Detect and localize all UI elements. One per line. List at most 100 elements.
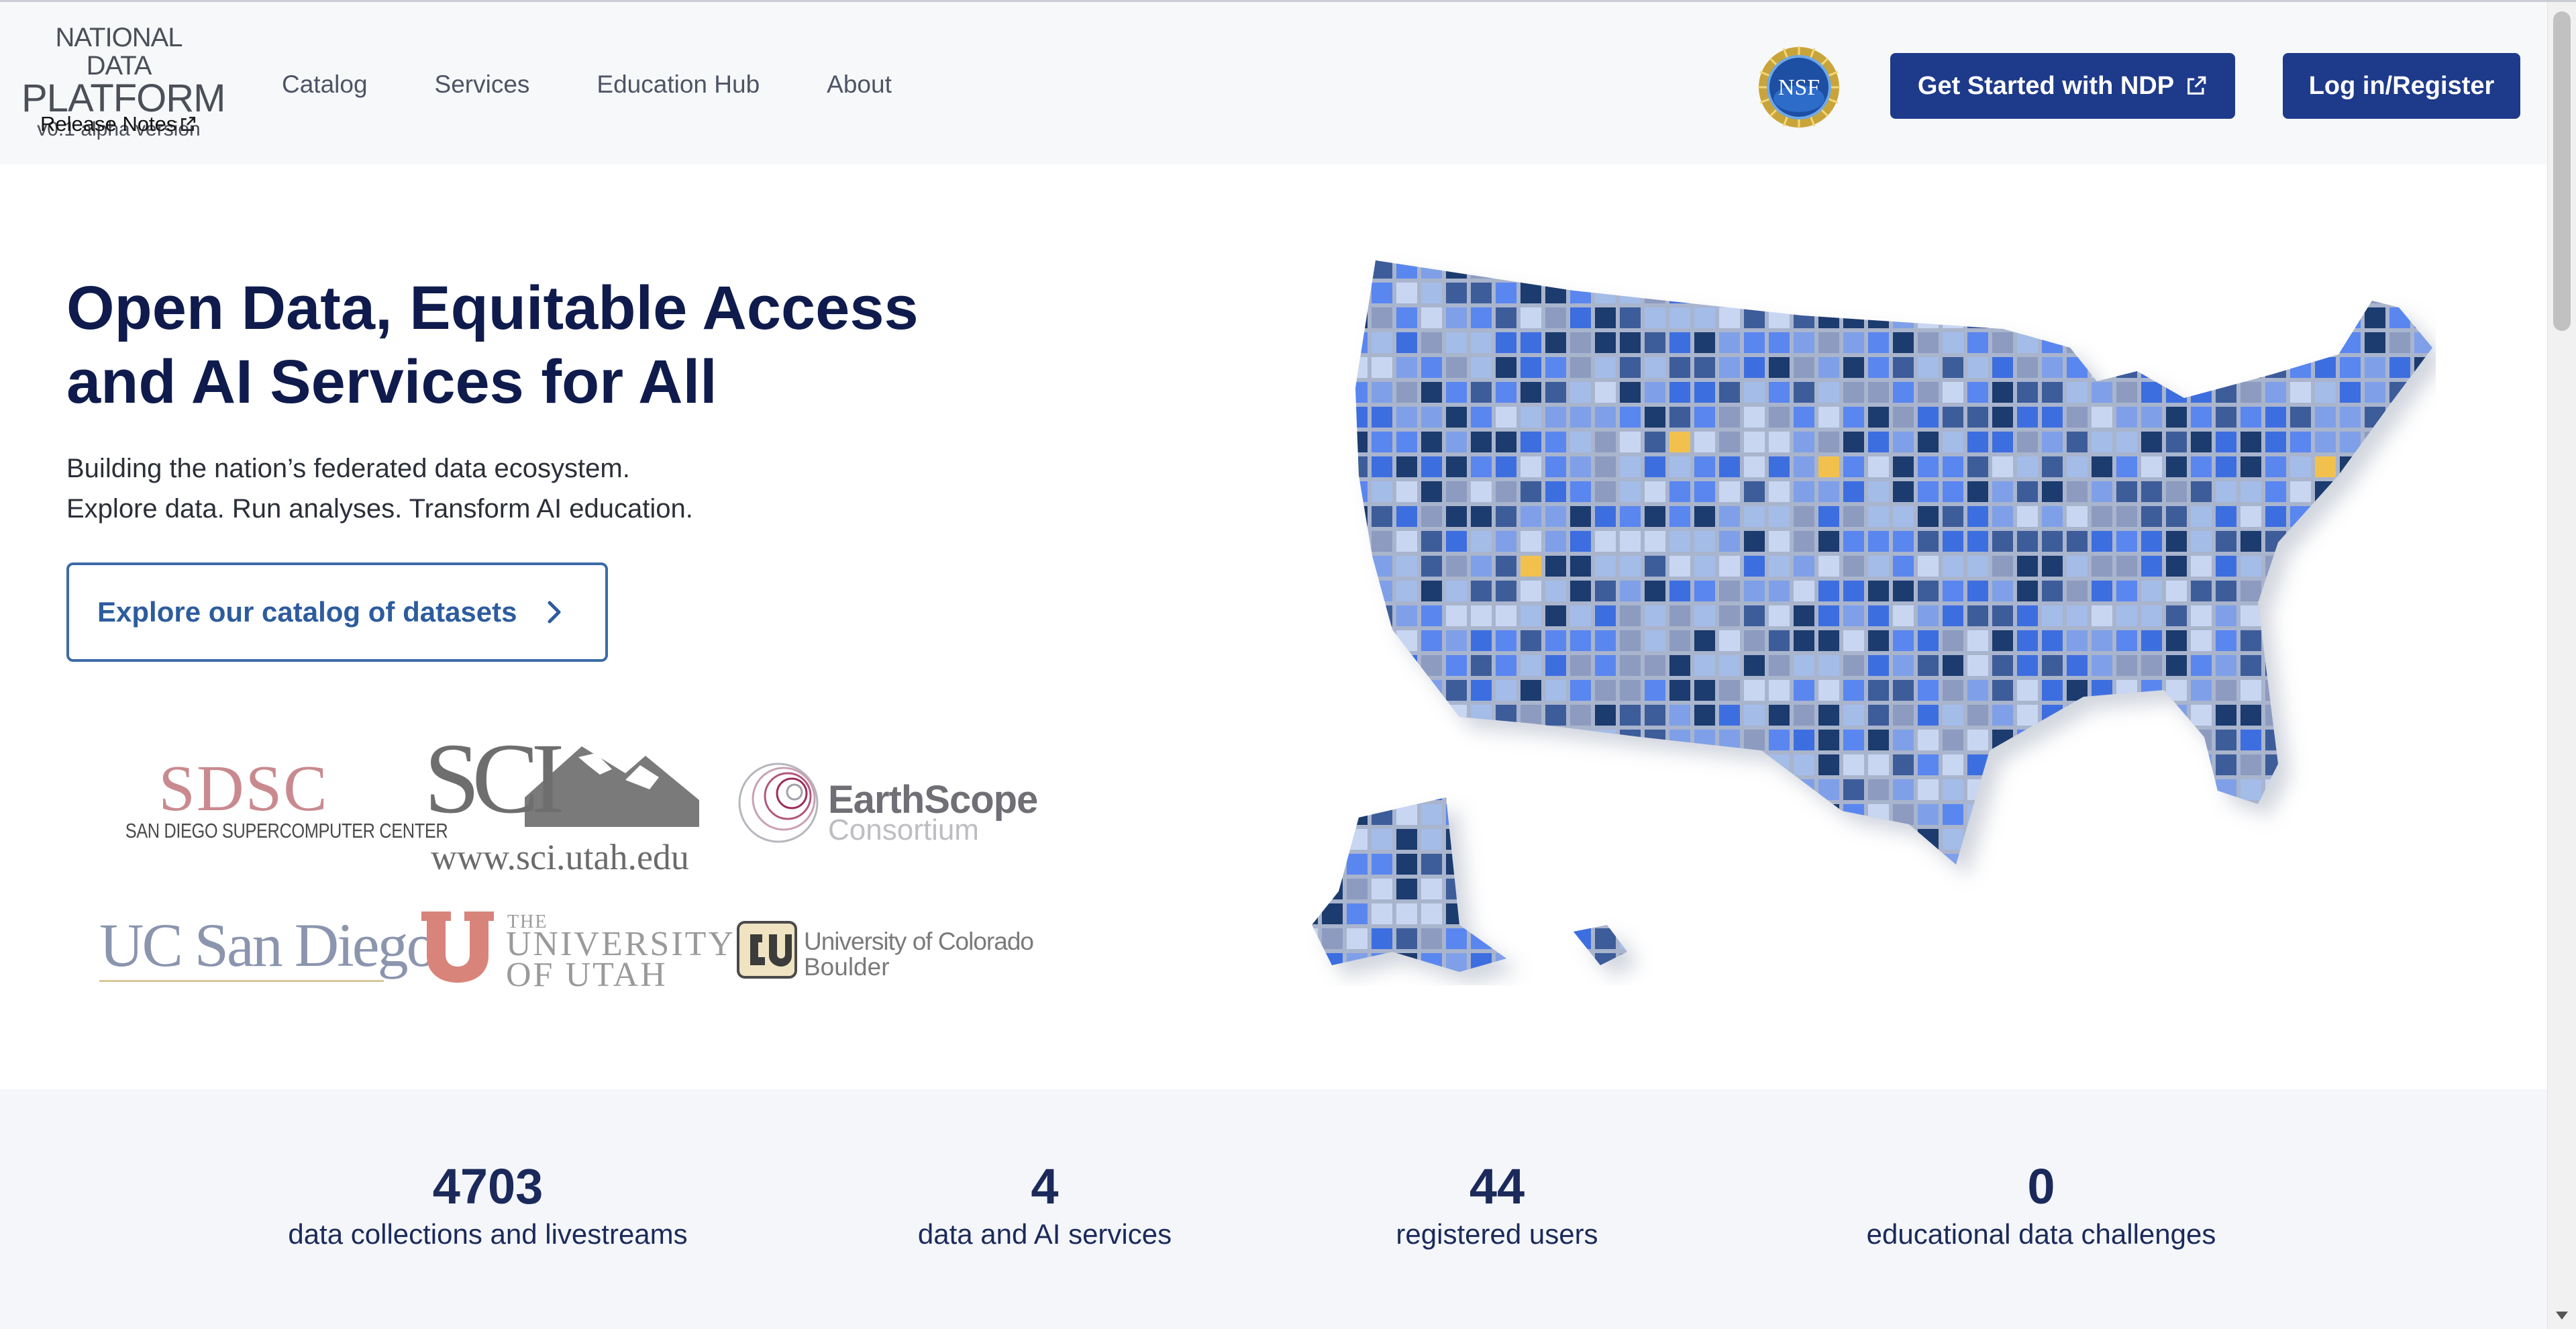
map-cell [1893,581,1914,601]
explore-catalog-button[interactable]: Explore our catalog of datasets [66,562,608,662]
map-cell [1744,630,1765,651]
map-cell [1818,332,1839,353]
map-cell [1719,357,1740,378]
map-cell [1769,655,1790,676]
map-cell [1312,879,1318,899]
map-cell [1843,605,1864,626]
explore-catalog-label: Explore our catalog of datasets [97,596,517,628]
map-cell [1694,432,1715,452]
map-cell [1918,953,1939,972]
chevron-right-icon [548,601,560,624]
map-cell [2290,307,2311,328]
map-cell [1992,854,2013,875]
map-cell [1496,953,1516,972]
map-cell [1645,382,1665,403]
map-cell [2017,382,2038,403]
nsf-seal-icon[interactable]: NSF [1757,45,1841,130]
map-cell [1918,705,1939,726]
map-cell [1744,506,1765,527]
map-cell [2414,531,2432,552]
map-cell [1669,978,1690,985]
nav-services[interactable]: Services [435,69,530,100]
nav-about[interactable]: About [827,69,892,100]
get-started-button[interactable]: Get Started with NDP [1890,53,2235,119]
hero-subtitle: Building the nation’s federated data eco… [66,448,693,529]
map-cell [1372,556,1392,577]
map-cell [1620,332,1641,353]
map-cell [1893,779,1914,800]
map-cell [1570,730,1591,750]
map-cell [1312,903,1318,924]
map-cell [2240,357,2261,378]
map-cell [1347,953,1368,972]
map-cell [1967,953,1988,972]
map-cell [1396,357,1417,378]
map-cell [1669,382,1690,403]
map-cell [2191,978,2212,985]
map-cell [1694,382,1715,403]
map-cell [1570,481,1591,502]
map-cell [1372,953,1392,972]
map-cell [1312,953,1318,972]
map-cell [1372,283,1392,303]
map-cell [2116,581,2137,601]
map-cell [1372,705,1392,726]
map-cell [1769,382,1790,403]
map-cell [1992,754,2013,775]
nav-education-hub[interactable]: Education Hub [597,69,760,100]
map-cell [2389,481,2410,502]
map-cell [1868,432,1889,452]
map-cell [1794,506,1814,527]
map-cell [1620,605,1641,626]
map-cell [1669,332,1690,353]
map-cell [1918,357,1939,378]
map-cell [2240,605,2261,626]
map-cell [2042,854,2063,875]
scroll-down-arrow-icon[interactable] [2556,1312,2568,1320]
ucsd-underline [99,980,384,982]
stat-label: data and AI services [917,1218,1172,1250]
map-cell [1645,754,1665,775]
map-cell [1396,605,1417,626]
map-cell [2365,903,2385,924]
map-cell [1818,630,1839,651]
map-cell [1347,705,1368,726]
map-cell [2240,754,2261,775]
map-cell [1347,928,1368,949]
scrollbar-thumb[interactable] [2553,11,2571,331]
map-cell [2340,655,2361,676]
map-cell [1446,829,1467,850]
map-cell [1620,978,1641,985]
login-register-button[interactable]: Log in/Register [2283,53,2520,119]
map-cell [1818,928,1839,949]
map-cell [1893,630,1914,651]
nav-catalog[interactable]: Catalog [282,69,368,100]
map-cell [1744,680,1765,701]
map-cell [1843,928,1864,949]
main-nav: Catalog Services Education Hub About [282,69,892,100]
map-cell [1372,581,1392,601]
map-cell [1843,754,1864,775]
map-cell [1496,581,1516,601]
map-cell [1446,630,1467,651]
map-cell [2166,754,2187,775]
map-cell [2240,829,2261,850]
map-cell [2067,754,2088,775]
map-cell [2389,829,2410,850]
map-cell [1769,879,1790,899]
map-cell [1719,754,1740,775]
map-cell [1595,854,1616,875]
map-cell [2389,804,2410,825]
map-cell [2116,630,2137,651]
map-cell [2290,581,2311,601]
map-cell [2042,407,2063,428]
release-notes-link[interactable]: Release Notes [40,112,197,136]
map-cell [1322,829,1343,850]
map-cell [1620,307,1641,328]
map-cell [1620,357,1641,378]
map-cell [1719,407,1740,428]
map-cell [2191,730,2212,750]
page-scrollbar[interactable] [2547,2,2576,1329]
map-cell [1918,804,1939,825]
map-cell [1421,407,1442,428]
